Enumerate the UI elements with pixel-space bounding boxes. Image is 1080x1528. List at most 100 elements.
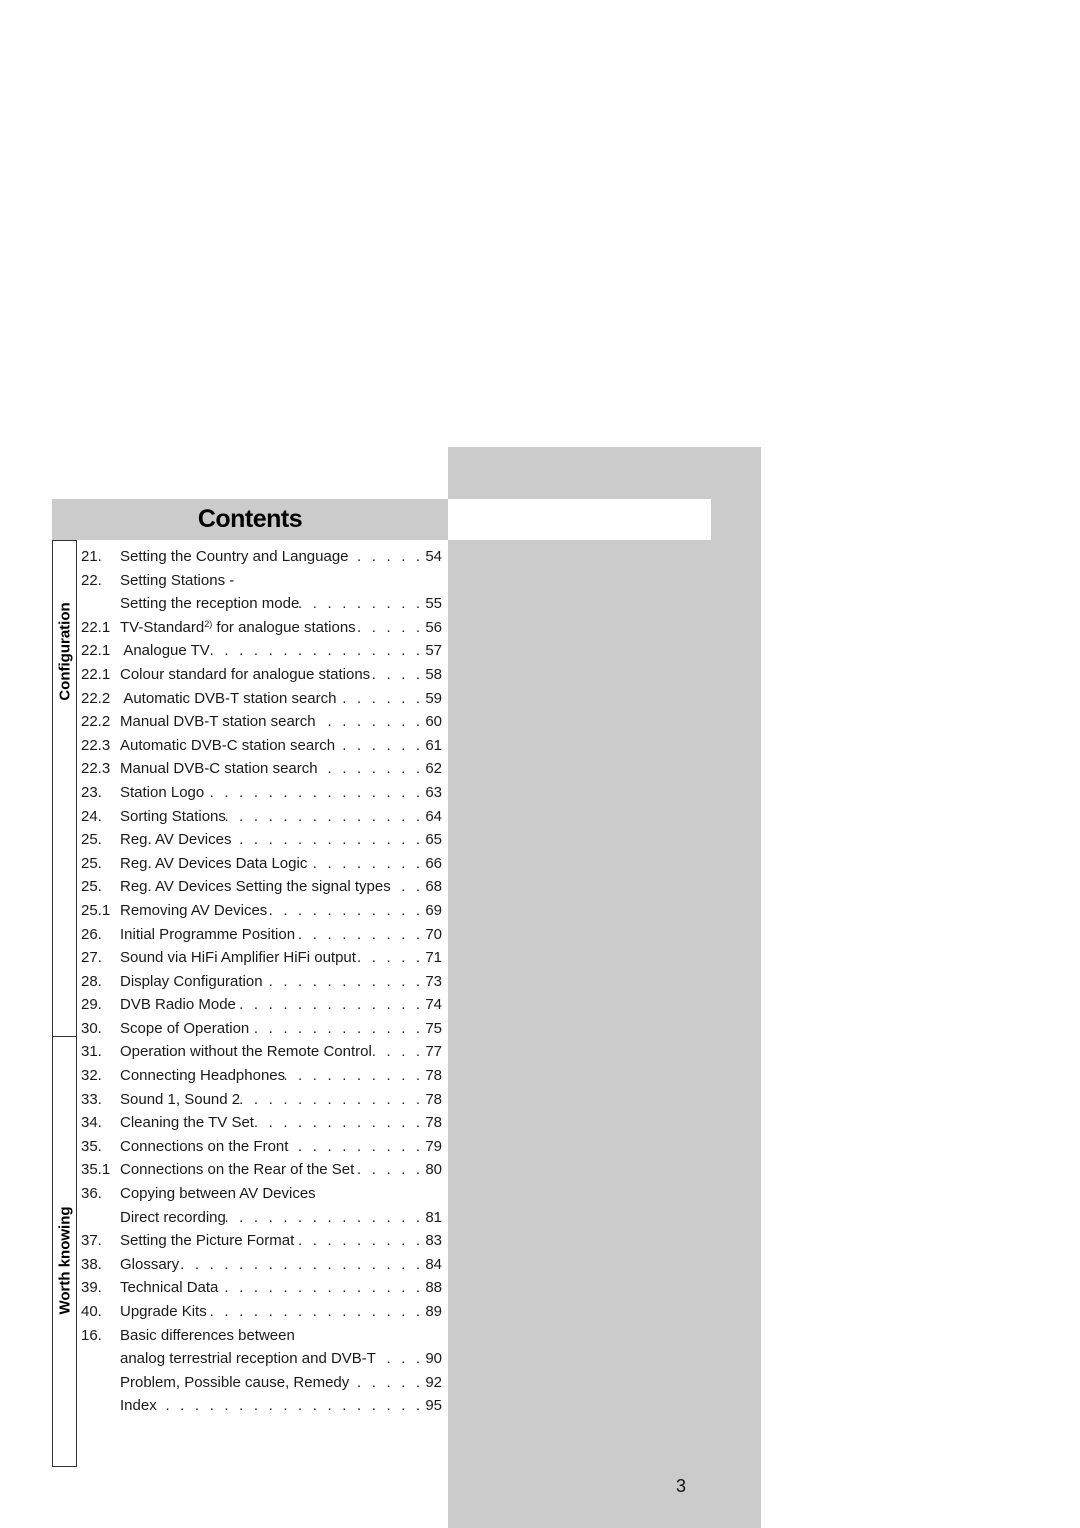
dot-leader: . . . . . . . . . . . . . . . . . . . . … xyxy=(316,713,424,731)
toc-entry[interactable]: 24. Sorting Stations. . . . . . . . . . .… xyxy=(81,805,442,829)
toc-entry-number: 30. xyxy=(81,1019,102,1037)
toc-entry-title: Automatic DVB-C station search xyxy=(120,736,336,754)
toc-entry[interactable]: 35.1 Connections on the Rear of the Set. … xyxy=(81,1158,442,1182)
toc-entry-page: 80 xyxy=(425,1161,442,1179)
toc-entry-title: Display Configuration xyxy=(120,972,263,990)
toc-entry[interactable]: 32. Connecting Headphones. . . . . . . . … xyxy=(81,1064,442,1088)
section-label-configuration: Configuration xyxy=(56,602,73,701)
toc-entry-title: Cleaning the TV Set xyxy=(120,1114,254,1132)
toc-entry-title: Copying between AV Devices xyxy=(120,1185,316,1203)
toc-entry-number: 22.1 xyxy=(81,642,111,660)
right-gray-panel xyxy=(448,447,761,1528)
toc-entry[interactable]: 26. Initial Programme Position. . . . . .… xyxy=(81,923,442,947)
toc-entry-title: Manual DVB-C station search xyxy=(120,760,318,778)
dot-leader: . . . . . . . . . . . . . . . . . . . . … xyxy=(157,1397,424,1415)
toc-entry[interactable]: 39. Technical Data. . . . . . . . . . . .… xyxy=(81,1276,442,1300)
toc-entry[interactable]: analog terrestrial reception and DVB-T. … xyxy=(81,1347,442,1371)
section-tab-worth-knowing: Worth knowing xyxy=(52,1036,77,1467)
toc-entry[interactable]: 37. Setting the Picture Format. . . . . .… xyxy=(81,1229,442,1253)
dot-leader: . . . . . . . . . . . . . . . . . . . . … xyxy=(253,1114,424,1132)
dot-leader: . . . . . . . . . . . . . . . . . . . . … xyxy=(288,1137,424,1155)
toc-entry-title: Sorting Stations xyxy=(120,807,226,825)
toc-entry-number: 22.3 xyxy=(81,736,111,754)
toc-entry-number: 35. xyxy=(81,1137,102,1155)
toc-entry[interactable]: Problem, Possible cause, Remedy. . . . .… xyxy=(81,1371,442,1395)
dot-leader: . . . . . . . . . . . . . . . . . . . . … xyxy=(231,831,424,849)
toc-entry[interactable]: 25. Reg. AV Devices Data Logic. . . . . .… xyxy=(81,852,442,876)
toc-entry[interactable]: Index. . . . . . . . . . . . . . . . . .… xyxy=(81,1394,442,1418)
toc-entry[interactable]: 22.1 TV-Standard2) for analogue stations.… xyxy=(81,616,442,640)
dot-leader: . . . . . . . . . . . . . . . . . . . . … xyxy=(207,1303,424,1320)
toc-entry[interactable]: 16.Basic differences between. . . . . . … xyxy=(81,1324,442,1348)
toc-entry[interactable]: 30. Scope of Operation. . . . . . . . . .… xyxy=(81,1017,442,1041)
toc-entry[interactable]: 33. Sound 1, Sound 2. . . . . . . . . . .… xyxy=(81,1088,442,1112)
toc-entry[interactable]: 25. Reg. AV Devices Setting the signal ty… xyxy=(81,875,442,899)
dot-leader: . . . . . . . . . . . . . . . . . . . . … xyxy=(354,1161,424,1179)
section-label-worth-knowing: Worth knowing xyxy=(56,1206,73,1315)
toc-entry[interactable]: 35. Connections on the Front. . . . . . .… xyxy=(81,1135,442,1159)
toc-entry-title: Direct recording xyxy=(120,1208,226,1226)
toc-entry[interactable]: 28. Display Configuration. . . . . . . . … xyxy=(81,970,442,994)
toc-entry-title: Automatic DVB-T station search xyxy=(120,689,337,707)
dot-leader: . . . . . . . . . . . . . . . . . . . . … xyxy=(335,736,424,754)
dot-leader: . . . . . . . . . . . . . . . . . . . . … xyxy=(336,689,424,707)
toc-entry[interactable]: 25. Reg. AV Devices. . . . . . . . . . . … xyxy=(81,828,442,852)
toc-entry-page: 61 xyxy=(425,736,442,754)
toc-entry-page: 63 xyxy=(425,783,442,801)
toc-entry[interactable]: 21. Setting the Country and Language. . .… xyxy=(81,545,442,569)
toc-entry-number: 32. xyxy=(81,1067,102,1085)
dot-leader: . . . . . . . . . . . . . . . . . . . . … xyxy=(376,1350,424,1368)
toc-entry[interactable]: 22.1 Colour standard for analogue station… xyxy=(81,663,442,687)
toc-entry-title: Operation without the Remote Control xyxy=(120,1043,372,1061)
toc-entry[interactable]: 23. Station Logo. . . . . . . . . . . . .… xyxy=(81,781,442,805)
toc-entry-title: Station Logo xyxy=(120,783,205,801)
toc-entry-page: 88 xyxy=(425,1279,442,1297)
toc-entry-title: Connections on the Rear of the Set xyxy=(120,1161,355,1179)
dot-leader: . . . . . . . . . . . . . . . . . . . . … xyxy=(356,949,424,967)
toc-entry[interactable]: Direct recording. . . . . . . . . . . . … xyxy=(81,1206,442,1230)
toc-entry-number: 22.2 xyxy=(81,689,111,707)
toc-entry[interactable]: 22.Setting Stations -. . . . . . . . . .… xyxy=(81,569,442,593)
toc-entry[interactable]: 25.1 Removing AV Devices. . . . . . . . .… xyxy=(81,899,442,923)
toc-entry-title: Technical Data xyxy=(120,1279,219,1297)
toc-entry[interactable]: 22.2 Automatic DVB-T station search. . .… xyxy=(81,687,442,711)
toc-entry-page: 65 xyxy=(425,831,442,849)
toc-entry[interactable]: 27. Sound via HiFi Amplifier HiFi output.… xyxy=(81,946,442,970)
toc-entry[interactable]: 22.3 Automatic DVB-C station search. . . … xyxy=(81,734,442,758)
toc-entry-page: 71 xyxy=(425,949,442,967)
toc-entry-title: Setting Stations - xyxy=(120,571,235,589)
dot-leader: . . . . . . . . . . . . . . . . . . . . … xyxy=(349,1373,424,1391)
toc-entry-title: Manual DVB-T station search xyxy=(120,713,316,731)
toc-entry-number: 25. xyxy=(81,831,102,849)
toc-entry-number: 26. xyxy=(81,925,102,943)
toc-entry-page: 66 xyxy=(425,854,442,872)
toc-entry-page: 78 xyxy=(425,1090,442,1108)
page-title: Contents xyxy=(197,505,303,533)
section-tab-configuration: Configuration xyxy=(52,540,77,1037)
toc-entry-number: 25.1 xyxy=(81,901,111,919)
toc-entry[interactable]: 40. Upgrade Kits. . . . . . . . . . . . .… xyxy=(81,1300,442,1324)
toc-entry-page: 89 xyxy=(425,1303,442,1320)
toc-entry-page: 56 xyxy=(425,618,442,636)
toc-entry[interactable]: Setting the reception mode. . . . . . . … xyxy=(81,592,442,616)
toc-entry-page: 60 xyxy=(425,713,442,731)
dot-leader: . . . . . . . . . . . . . . . . . . . . … xyxy=(356,618,424,636)
toc-entry[interactable]: 36.Copying between AV Devices. . . . . .… xyxy=(81,1182,442,1206)
toc-entry[interactable]: 34. Cleaning the TV Set. . . . . . . . . … xyxy=(81,1111,442,1135)
toc-entry-number: 25. xyxy=(81,878,102,896)
toc-entry[interactable]: 38. Glossary. . . . . . . . . . . . . . .… xyxy=(81,1253,442,1277)
toc-entry[interactable]: 22.3 Manual DVB-C station search. . . . .… xyxy=(81,757,442,781)
toc-entry-number: 23. xyxy=(81,783,102,801)
toc-entry[interactable]: 31. Operation without the Remote Control.… xyxy=(81,1040,442,1064)
toc-entry-title: Reg. AV Devices xyxy=(120,831,232,849)
page-number: 3 xyxy=(676,1476,687,1496)
toc-entry[interactable]: 29. DVB Radio Mode. . . . . . . . . . . .… xyxy=(81,993,442,1017)
toc-entry-page: 54 xyxy=(425,548,442,565)
toc-entry-number: 39. xyxy=(81,1279,102,1297)
dot-leader: . . . . . . . . . . . . . . . . . . . . … xyxy=(391,878,424,896)
toc-entry[interactable]: 22.1 Analogue TV. . . . . . . . . . . . … xyxy=(81,639,442,663)
toc-entry-number: 35.1 xyxy=(81,1161,111,1179)
toc-entry[interactable]: 22.2 Manual DVB-T station search. . . . .… xyxy=(81,710,442,734)
dot-leader: . . . . . . . . . . . . . . . . . . . . … xyxy=(349,548,424,565)
toc-entry-page: 57 xyxy=(425,642,442,660)
